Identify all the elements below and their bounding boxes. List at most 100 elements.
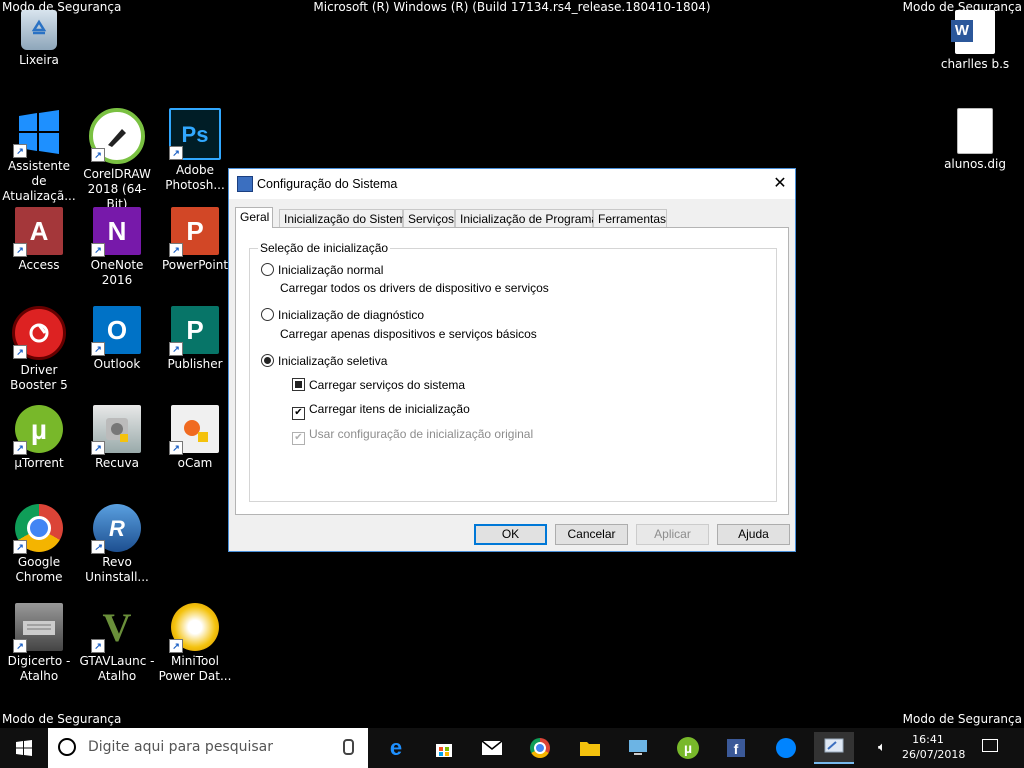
- shortcut-arrow-icon: ↗: [169, 243, 183, 257]
- checkmark-icon: ✔: [292, 407, 305, 420]
- normal-startup-description: Carregar todos os drivers de dispositivo…: [280, 281, 549, 295]
- radio-diagnostic-startup[interactable]: Inicialização de diagnóstico: [261, 308, 424, 322]
- windows-logo-icon: ↗: [13, 108, 63, 158]
- shortcut-arrow-icon: ↗: [13, 639, 27, 653]
- radio-indicator: [261, 308, 274, 321]
- tab-boot[interactable]: Inicialização do Sistema: [279, 209, 413, 227]
- diagnostic-startup-description: Carregar apenas dispositivos e serviços …: [280, 327, 537, 341]
- desktop-icon-recuva[interactable]: ↗ Recuva: [78, 405, 156, 471]
- access-icon: A ↗: [13, 207, 63, 257]
- dialog-title: Configuração do Sistema: [257, 177, 398, 191]
- desktop-icon-coreldraw[interactable]: ↗ CorelDRAW 2018 (64-Bit): [78, 108, 156, 212]
- shortcut-arrow-icon: ↗: [13, 144, 27, 158]
- shortcut-arrow-icon: ↗: [91, 540, 105, 554]
- tab-tools[interactable]: Ferramentas: [593, 209, 667, 227]
- search-placeholder: Digite aqui para pesquisar: [88, 739, 274, 755]
- desktop-icon-gtav-launcher[interactable]: V ↗ GTAVLaunc - Atalho: [78, 603, 156, 684]
- windows-logo-icon: [16, 740, 32, 756]
- outlook-icon: O ↗: [91, 306, 141, 356]
- radio-indicator: [261, 263, 274, 276]
- microphone-icon[interactable]: [343, 739, 354, 755]
- checkbox-load-system-services[interactable]: Carregar serviços do sistema: [292, 378, 465, 392]
- edge-icon[interactable]: e: [376, 732, 416, 764]
- messenger-icon[interactable]: [766, 732, 806, 764]
- desktop-icon-alunos-dig[interactable]: alunos.dig: [936, 108, 1014, 172]
- ocam-icon: ↗: [169, 405, 219, 455]
- tab-startup[interactable]: Inicialização de Programas: [455, 209, 604, 227]
- shortcut-arrow-icon: ↗: [91, 243, 105, 257]
- publisher-icon: P ↗: [169, 306, 219, 356]
- desktop-icon-minitool[interactable]: ↗ MiniTool Power Dat...: [156, 603, 234, 684]
- desktop-icon-google-chrome[interactable]: ↗ Google Chrome: [0, 504, 78, 585]
- ok-button[interactable]: OK: [474, 524, 547, 545]
- radio-normal-startup[interactable]: Inicialização normal: [261, 263, 383, 277]
- chrome-icon: ↗: [13, 504, 63, 554]
- tab-general[interactable]: Geral: [235, 207, 273, 228]
- shortcut-arrow-icon: ↗: [13, 345, 27, 359]
- radio-indicator-selected: [261, 354, 274, 367]
- word-document-icon: W: [951, 10, 995, 54]
- mail-icon[interactable]: [472, 732, 512, 764]
- desktop-icon-driver-booster[interactable]: ↗ Driver Booster 5: [0, 306, 78, 393]
- shortcut-arrow-icon: ↗: [91, 639, 105, 653]
- clock[interactable]: 16:41 26/07/2018: [902, 732, 965, 762]
- minitool-icon: ↗: [169, 603, 219, 653]
- desktop-icon-ocam[interactable]: ↗ oCam: [156, 405, 234, 471]
- system-config-icon: [237, 176, 253, 192]
- onenote-icon: N ↗: [91, 207, 141, 257]
- shortcut-arrow-icon: ↗: [169, 639, 183, 653]
- desktop-icon-utorrent[interactable]: µ ↗ µTorrent: [0, 405, 78, 471]
- volume-icon[interactable]: 🔈︎: [878, 740, 886, 755]
- digicerto-icon: ↗: [13, 603, 63, 653]
- recycle-bin-icon: [21, 10, 57, 50]
- system-config-icon[interactable]: [814, 732, 854, 764]
- tab-services[interactable]: Serviços: [403, 209, 455, 227]
- utorrent-icon[interactable]: µ: [668, 732, 708, 764]
- clock-time: 16:41: [912, 733, 944, 746]
- shortcut-arrow-icon: ↗: [13, 441, 27, 455]
- desktop-icon-onenote[interactable]: N ↗ OneNote 2016: [78, 207, 156, 288]
- shortcut-arrow-icon: ↗: [169, 146, 183, 160]
- shortcut-arrow-icon: ↗: [91, 342, 105, 356]
- file-explorer-icon[interactable]: [570, 732, 610, 764]
- desktop-icon-publisher[interactable]: P ↗ Publisher: [156, 306, 234, 372]
- general-tab-panel: Seleção de inicialização Inicialização n…: [235, 227, 789, 515]
- desktop-icon-access[interactable]: A ↗ Access: [0, 207, 78, 273]
- search-input[interactable]: Digite aqui para pesquisar: [48, 728, 368, 768]
- shortcut-arrow-icon: ↗: [169, 342, 183, 356]
- revo-uninstaller-icon: R ↗: [91, 504, 141, 554]
- cancel-button[interactable]: Cancelar: [555, 524, 628, 545]
- checkbox-indeterminate: [292, 378, 305, 391]
- desktop-icon-revo-uninstaller[interactable]: R ↗ Revo Uninstall...: [78, 504, 156, 585]
- cortana-icon: [58, 738, 76, 756]
- radio-selective-startup[interactable]: Inicialização seletiva: [261, 354, 387, 368]
- desktop-icon-outlook[interactable]: O ↗ Outlook: [78, 306, 156, 372]
- checkbox-use-original-boot-config: ✔ Usar configuração de inicialização orig…: [292, 427, 533, 445]
- help-button[interactable]: Ajuda: [717, 524, 790, 545]
- facebook-icon[interactable]: f: [716, 732, 756, 764]
- dialog-titlebar[interactable]: Configuração do Sistema ✕: [229, 169, 795, 199]
- action-center-icon[interactable]: [982, 739, 998, 752]
- desktop-icon-digicerto[interactable]: ↗ Digicerto - Atalho: [0, 603, 78, 684]
- safe-mode-label: Modo de Segurança: [2, 712, 122, 726]
- taskbar: Digite aqui para pesquisar e µ f 🔈︎ 16:4…: [0, 728, 1024, 768]
- system-config-dialog: Configuração do Sistema ✕ Geral Iniciali…: [228, 168, 796, 552]
- recuva-icon: ↗: [91, 405, 141, 455]
- checkbox-load-startup-items[interactable]: ✔ Carregar itens de inicialização: [292, 402, 470, 420]
- shortcut-arrow-icon: ↗: [13, 540, 27, 554]
- start-button[interactable]: [0, 728, 48, 768]
- desktop-icon-photoshop[interactable]: Ps ↗ Adobe Photosh...: [156, 108, 234, 193]
- shortcut-arrow-icon: ↗: [91, 148, 105, 162]
- checkmark-icon: ✔: [292, 432, 305, 445]
- photoshop-icon: Ps ↗: [169, 108, 221, 160]
- startup-selection-group: Seleção de inicialização Inicialização n…: [249, 241, 777, 502]
- close-button[interactable]: ✕: [765, 169, 795, 199]
- desktop-icon-word-document[interactable]: W charlles b.s: [936, 10, 1014, 72]
- apply-button: Aplicar: [636, 524, 709, 545]
- remote-desktop-icon[interactable]: [618, 732, 658, 764]
- desktop-icon-recycle-bin[interactable]: Lixeira: [0, 10, 78, 68]
- desktop-icon-powerpoint[interactable]: P ↗ PowerPoint: [156, 207, 234, 273]
- chrome-icon[interactable]: [520, 732, 560, 764]
- store-icon[interactable]: [424, 732, 464, 764]
- desktop-icon-update-assistant[interactable]: ↗ Assistente de Atualizaçã...: [0, 108, 78, 204]
